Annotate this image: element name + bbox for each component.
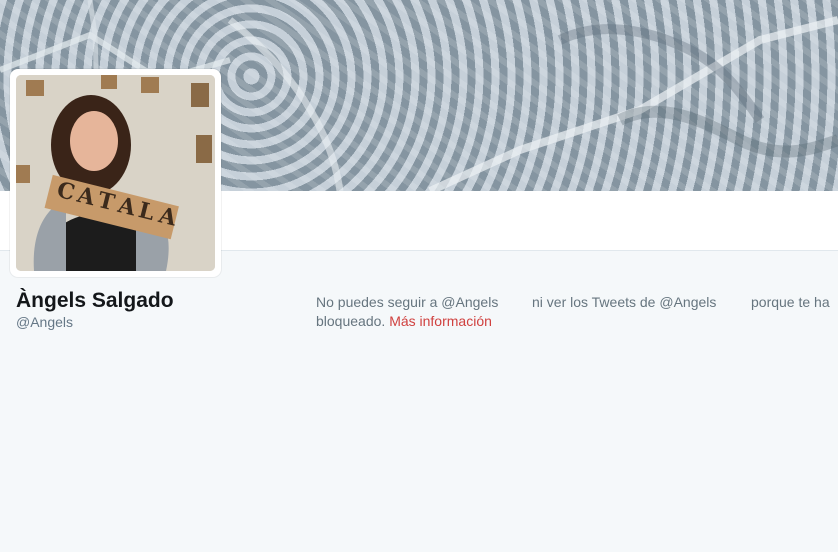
- avatar[interactable]: C A T A L A: [16, 75, 215, 271]
- blocked-notice-line2: bloqueado. Más información: [316, 311, 492, 331]
- blocked-notice-text: porque te ha: [751, 294, 830, 310]
- profile-name[interactable]: Àngels Salgado: [16, 289, 174, 313]
- blocked-notice-text: No puedes seguir a @Angels: [316, 294, 499, 310]
- avatar-frame: C A T A L A: [10, 69, 221, 277]
- avatar-photo: C A T A L A: [16, 75, 215, 271]
- blocked-notice-text: ni ver los Tweets de @Angels: [532, 294, 717, 310]
- profile-handle[interactable]: @Angels: [16, 314, 73, 330]
- more-info-link[interactable]: Más información: [389, 313, 492, 329]
- blocked-notice-text: bloqueado.: [316, 313, 386, 329]
